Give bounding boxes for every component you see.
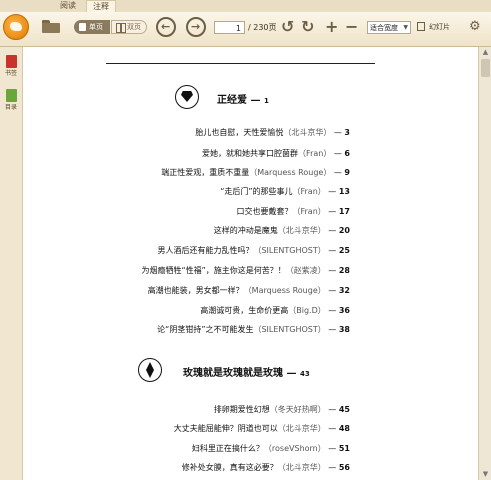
next-icon: → (191, 20, 201, 33)
fit-mode-value: 适合宽度 (370, 24, 398, 32)
page-number-input[interactable]: 1 (214, 21, 245, 34)
app-logo-icon[interactable] (3, 14, 29, 40)
toc-entry[interactable]: 为烟瘾牺牲“性福”，施主你这是何苦？！（赵紫凌） — 28 (141, 265, 350, 276)
section-heading[interactable]: 玫瑰就是玫瑰就是玫瑰 — 43 (183, 364, 310, 379)
folder-icon[interactable] (42, 20, 60, 33)
toc-entry[interactable]: 论“阴茎钳持”之不可能发生（SILENTGHOST） — 38 (157, 324, 350, 335)
left-rail: 书签 目录 (0, 47, 23, 480)
toc-icon (5, 89, 17, 102)
tab-read[interactable]: 阅读 (51, 0, 85, 12)
tab-annotate[interactable]: 注释 (86, 0, 116, 12)
prev-icon: ← (161, 20, 171, 33)
scroll-up-icon[interactable]: ▲ (479, 47, 491, 58)
top-rule (106, 63, 375, 64)
scroll-down-icon[interactable]: ▼ (479, 469, 491, 480)
toc-entry[interactable]: 端正性爱观，重质不重量（Marquess Rouge） — 9 (161, 167, 350, 178)
vertical-scrollbar[interactable]: ▲ ▼ (478, 47, 491, 480)
toc-entry[interactable]: 修补处女膜，真有这必要？（北斗京华） — 56 (182, 462, 350, 473)
toc-entry[interactable]: 高潮诚可贵，生命价更高（Big.D） — 36 (200, 305, 350, 316)
toc-entry[interactable]: 口交也要戴套？（Fran） — 17 (236, 206, 350, 217)
gear-icon[interactable]: ⚙ (469, 19, 481, 34)
toc-entry[interactable]: 这样的冲动是魔鬼（北斗京华） — 20 (214, 225, 350, 236)
document-page: 正经爱 — 1 胎儿也自慰，天性爱愉悦（北斗京华） — 3 爱她，就和她共享口腔… (23, 47, 478, 480)
toc-entry[interactable]: 胎儿也自慰，天性爱愉悦（北斗京华） — 3 (195, 127, 350, 138)
next-page-button[interactable]: → (186, 17, 206, 37)
toc-entry[interactable]: 排卵期爱性幻想（冬天好热啊） — 45 (214, 404, 350, 415)
toc-label: 目录 (4, 104, 17, 111)
toc-entry[interactable]: “走后门”的那些事儿（Fran） — 13 (220, 186, 350, 197)
page-total: / 230页 (248, 23, 277, 32)
title-bar: 阅读 注释 (0, 0, 491, 12)
zoom-in-icon[interactable]: + (325, 19, 338, 35)
chevron-down-icon: ▼ (403, 24, 408, 31)
section-heading[interactable]: 正经爱 — 1 (217, 91, 269, 106)
zoom-out-icon[interactable]: − (345, 19, 358, 35)
toc-entry[interactable]: 男人酒后还有能力乱性吗？（SILENTGHOST） — 25 (157, 245, 350, 256)
prev-page-button[interactable]: ← (156, 17, 176, 37)
bookmark-label: 书签 (4, 70, 17, 77)
leaf-icon (138, 358, 162, 382)
diamond-icon (175, 85, 199, 109)
double-page-button[interactable]: 双页 (111, 20, 147, 34)
fit-mode-select[interactable]: 适合宽度 ▼ (367, 21, 411, 34)
toc-entry[interactable]: 高潮也能装，男女都一样？（Marquess Rouge） — 32 (148, 285, 350, 296)
bookmark-button[interactable]: 书签 (3, 55, 19, 77)
bookmark-icon (5, 55, 17, 68)
toc-entry[interactable]: 爱她，就和她共享口腔菌群（Fran） — 6 (202, 148, 350, 159)
slideshow-button[interactable]: 幻灯片 (417, 20, 450, 34)
rotate-left-icon[interactable]: ↺ (281, 19, 294, 35)
toc-entry[interactable]: 大丈夫能屈能伸？阴道也可以（北斗京华） — 48 (174, 423, 350, 434)
rotate-right-icon[interactable]: ↻ (301, 19, 314, 35)
scroll-thumb[interactable] (481, 59, 490, 77)
single-page-button[interactable]: 单页 (74, 20, 110, 34)
toc-button[interactable]: 目录 (3, 89, 19, 111)
toc-entry[interactable]: 妇科里正在搞什么？（roseVShorn） — 51 (192, 443, 350, 454)
